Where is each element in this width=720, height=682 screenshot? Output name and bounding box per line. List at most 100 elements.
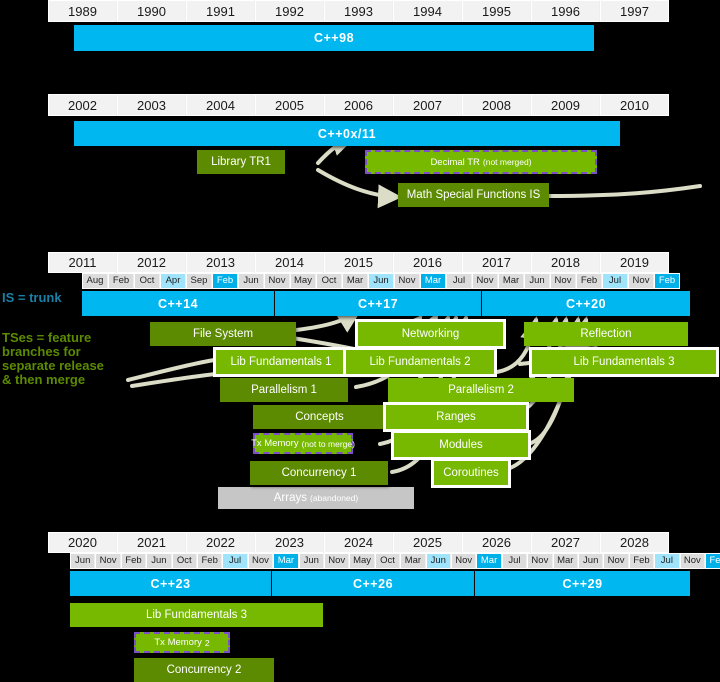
feature-bar-sublabel: (not to merge)	[301, 438, 355, 449]
year-cell-1990: 1990	[117, 0, 186, 22]
month-cell-8: May	[290, 273, 316, 289]
year-cell-2007: 2007	[393, 94, 462, 116]
month-cell-19: Mar	[552, 553, 578, 569]
month-cell-24: Nov	[679, 553, 705, 569]
year-cell-2015: 2015	[324, 252, 393, 273]
feature-bar-sublabel: (abandoned)	[310, 493, 359, 503]
year-cell-1992: 1992	[255, 0, 324, 22]
year-cell-2022: 2022	[186, 532, 255, 553]
year-cell-2023: 2023	[255, 532, 324, 553]
feature-bar-libfundamentals1[interactable]: Lib Fundamentals 1	[213, 347, 349, 377]
standard-bar-c14[interactable]: C++14	[82, 291, 275, 316]
month-cell-1: Feb	[108, 273, 134, 289]
feature-bar-label: Coroutines	[443, 467, 499, 479]
month-cell-20: Jun	[578, 553, 604, 569]
month-cell-17: Jul	[501, 553, 528, 569]
year-cell-1989: 1989	[48, 0, 117, 22]
feature-bar-label: Library TR1	[211, 156, 271, 168]
year-cell-2027: 2027	[531, 532, 600, 553]
note-is-trunk: IS = trunk	[2, 290, 62, 305]
feature-bar-concurrency1[interactable]: Concurrency 1	[250, 461, 388, 485]
year-cell-1995: 1995	[462, 0, 531, 22]
year-cell-2008: 2008	[462, 94, 531, 116]
year-cell-1996: 1996	[531, 0, 600, 22]
month-cell-14: Jun	[425, 553, 451, 569]
month-cell-4: Oct	[171, 553, 197, 569]
month-cell-12: Nov	[394, 273, 420, 289]
feature-bar-label: Tx Memory	[154, 637, 202, 648]
feature-bar-label: Reflection	[580, 328, 632, 340]
year-cell-2026: 2026	[462, 532, 531, 553]
feature-bar-label: File System	[192, 328, 254, 340]
standard-bar-c20[interactable]: C++20	[482, 291, 690, 316]
feature-bar-librarytr1[interactable]: Library TR1	[197, 150, 285, 174]
standard-bar-c17[interactable]: C++17	[275, 291, 482, 316]
year-cell-2021: 2021	[117, 532, 186, 553]
month-cell-15: Nov	[451, 553, 477, 569]
feature-bar-label: Tx Memory	[251, 438, 299, 449]
month-cell-18: Nov	[527, 553, 553, 569]
feature-bar-ranges[interactable]: Ranges	[383, 402, 529, 432]
feature-bar-concepts[interactable]: Concepts	[253, 405, 386, 429]
feature-bar-libfundamentals3[interactable]: Lib Fundamentals 3	[70, 603, 323, 627]
feature-bar-parallelism2[interactable]: Parallelism 2	[388, 378, 574, 402]
feature-bar-label: Arrays	[273, 492, 307, 504]
month-cell-6: Jun	[238, 273, 264, 289]
year-cell-2018: 2018	[531, 252, 600, 273]
feature-bar-label: Lib Fundamentals 2	[369, 356, 471, 368]
feature-bar-reflection[interactable]: Reflection	[524, 322, 688, 346]
feature-bar-label: Lib Fundamentals 3	[573, 356, 675, 368]
month-cell-16: Mar	[498, 273, 524, 289]
standard-bar-c98[interactable]: C++98	[74, 25, 594, 51]
year-cell-2025: 2025	[393, 532, 462, 553]
year-cell-2024: 2024	[324, 532, 393, 553]
feature-bar-txmemory[interactable]: Tx Memory 2	[134, 632, 230, 653]
feature-bar-sublabel: (not merged)	[482, 157, 532, 167]
feature-bar-label: Concurrency 2	[166, 664, 242, 676]
month-cell-10: Mar	[342, 273, 368, 289]
feature-bar-sublabel: 2	[204, 637, 210, 648]
month-cell-3: Apr	[160, 273, 186, 289]
month-cell-13: Mar	[420, 273, 446, 289]
year-cell-2028: 2028	[600, 532, 669, 553]
standard-bar-c29[interactable]: C++29	[475, 571, 690, 596]
month-cell-0: Aug	[82, 273, 108, 289]
feature-bar-concurrency2[interactable]: Concurrency 2	[134, 658, 274, 682]
feature-bar-mathspecialfunctionsis[interactable]: Math Special Functions IS	[398, 183, 549, 207]
month-cell-15: Nov	[472, 273, 498, 289]
feature-bar-parallelism1[interactable]: Parallelism 1	[220, 378, 348, 402]
month-cell-21: Nov	[603, 553, 629, 569]
feature-bar-label: Lib Fundamentals 3	[145, 609, 247, 621]
standard-bar-c0x11[interactable]: C++0x/11	[74, 121, 620, 146]
feature-bar-arrays[interactable]: Arrays (abandoned)	[218, 487, 414, 509]
feature-bar-libfundamentals3[interactable]: Lib Fundamentals 3	[529, 347, 719, 377]
feature-bar-label: Math Special Functions IS	[406, 189, 541, 201]
feature-bar-label: Parallelism 1	[251, 384, 317, 396]
standard-bar-c23[interactable]: C++23	[70, 571, 272, 596]
feature-bar-networking[interactable]: Networking	[355, 319, 506, 349]
feature-bar-coroutines[interactable]: Coroutines	[431, 458, 511, 488]
feature-bar-libfundamentals2[interactable]: Lib Fundamentals 2	[343, 347, 497, 377]
month-cell-21: Nov	[628, 273, 654, 289]
feature-bar-modules[interactable]: Modules	[391, 430, 531, 460]
month-cell-2: Feb	[120, 553, 147, 569]
year-cell-2002: 2002	[48, 94, 117, 116]
feature-bar-label: Lib Fundamentals 1	[230, 356, 332, 368]
feature-bar-label: Concepts	[295, 411, 344, 423]
year-cell-2003: 2003	[117, 94, 186, 116]
month-cell-22: Feb	[654, 273, 680, 289]
year-cell-2019: 2019	[600, 252, 669, 273]
month-cell-8: Mar	[273, 553, 299, 569]
year-cell-2012: 2012	[117, 252, 186, 273]
month-cell-5: Feb	[212, 273, 238, 289]
year-cell-1997: 1997	[600, 0, 669, 22]
feature-bar-decimaltr[interactable]: Decimal TR (not merged)	[365, 150, 597, 174]
year-cell-2017: 2017	[462, 252, 531, 273]
month-cell-7: Nov	[264, 273, 290, 289]
feature-bar-txmemory[interactable]: Tx Memory (not to merge)	[251, 433, 355, 454]
month-cell-18: Nov	[550, 273, 576, 289]
feature-bar-label: Decimal TR	[430, 156, 480, 168]
standard-bar-c26[interactable]: C++26	[272, 571, 475, 596]
feature-bar-filesystem[interactable]: File System	[150, 322, 296, 346]
month-cell-9: Jun	[298, 553, 324, 569]
